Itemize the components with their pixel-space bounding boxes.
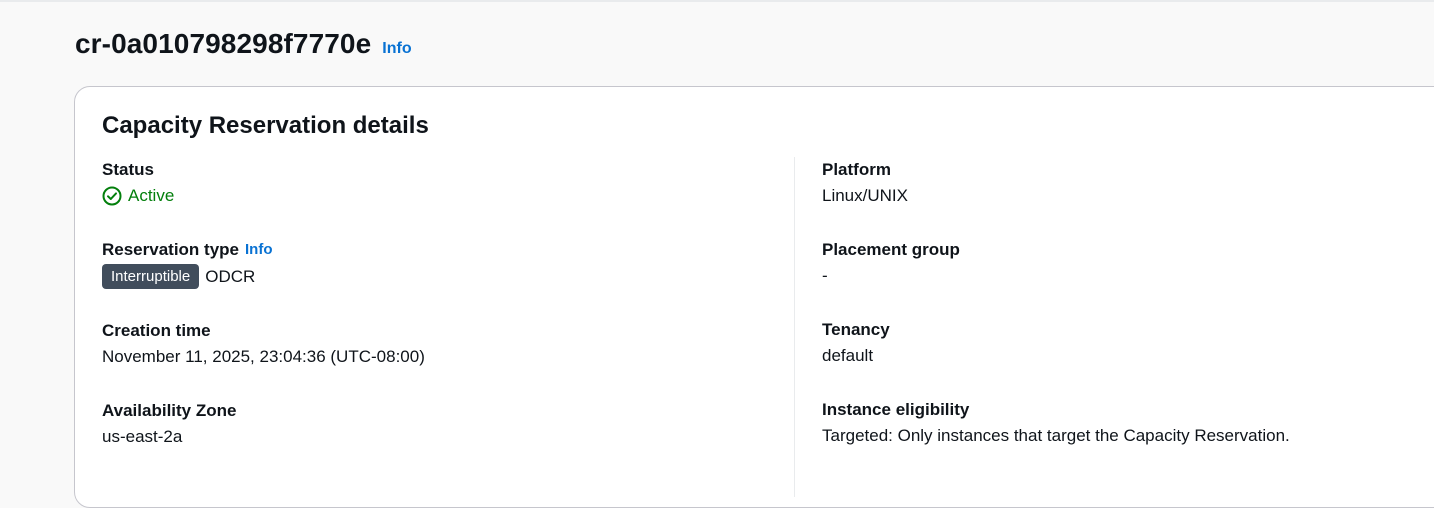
status-text: Active	[128, 186, 175, 205]
status-value: Active	[102, 186, 174, 206]
availability-zone-label: Availability Zone	[102, 401, 237, 420]
tenancy-field: Tenancy default	[822, 320, 890, 366]
reservation-type-info-link[interactable]: Info	[245, 240, 273, 260]
creation-time-label: Creation time	[102, 321, 211, 340]
check-circle-icon	[102, 186, 122, 206]
reservation-type-field: Reservation type Info Interruptible ODCR	[102, 240, 273, 289]
instance-eligibility-field: Instance eligibility Targeted: Only inst…	[822, 400, 1290, 446]
panel-title: Capacity Reservation details	[102, 112, 429, 139]
tenancy-label: Tenancy	[822, 320, 890, 339]
instance-eligibility-value: Targeted: Only instances that target the…	[822, 426, 1290, 445]
status-field: Status Active	[102, 160, 174, 206]
reservation-type-label: Reservation type	[102, 240, 239, 259]
platform-field: Platform Linux/UNIX	[822, 160, 908, 206]
creation-time-value: November 11, 2025, 23:04:36 (UTC-08:00)	[102, 347, 425, 366]
column-divider	[794, 157, 795, 497]
platform-value: Linux/UNIX	[822, 186, 908, 205]
top-border	[0, 0, 1434, 2]
reservation-type-label-row: Reservation type Info	[102, 240, 273, 260]
page-header: cr-0a010798298f7770e Info	[75, 28, 412, 60]
interruptible-badge: Interruptible	[102, 264, 200, 289]
platform-label: Platform	[822, 160, 891, 179]
status-label: Status	[102, 160, 154, 179]
placement-group-value: -	[822, 266, 828, 285]
reservation-type-value: Interruptible ODCR	[102, 264, 273, 289]
capacity-reservation-details-panel: Capacity Reservation details Status Acti…	[74, 86, 1434, 508]
reservation-type-text: ODCR	[205, 266, 256, 286]
instance-eligibility-label: Instance eligibility	[822, 400, 970, 419]
availability-zone-value: us-east-2a	[102, 427, 183, 446]
creation-time-field: Creation time November 11, 2025, 23:04:3…	[102, 321, 425, 367]
header-info-link[interactable]: Info	[382, 40, 411, 58]
placement-group-label: Placement group	[822, 240, 960, 259]
tenancy-value: default	[822, 346, 874, 365]
page-title: cr-0a010798298f7770e	[75, 28, 372, 59]
placement-group-field: Placement group -	[822, 240, 960, 286]
availability-zone-field: Availability Zone us-east-2a	[102, 401, 236, 447]
